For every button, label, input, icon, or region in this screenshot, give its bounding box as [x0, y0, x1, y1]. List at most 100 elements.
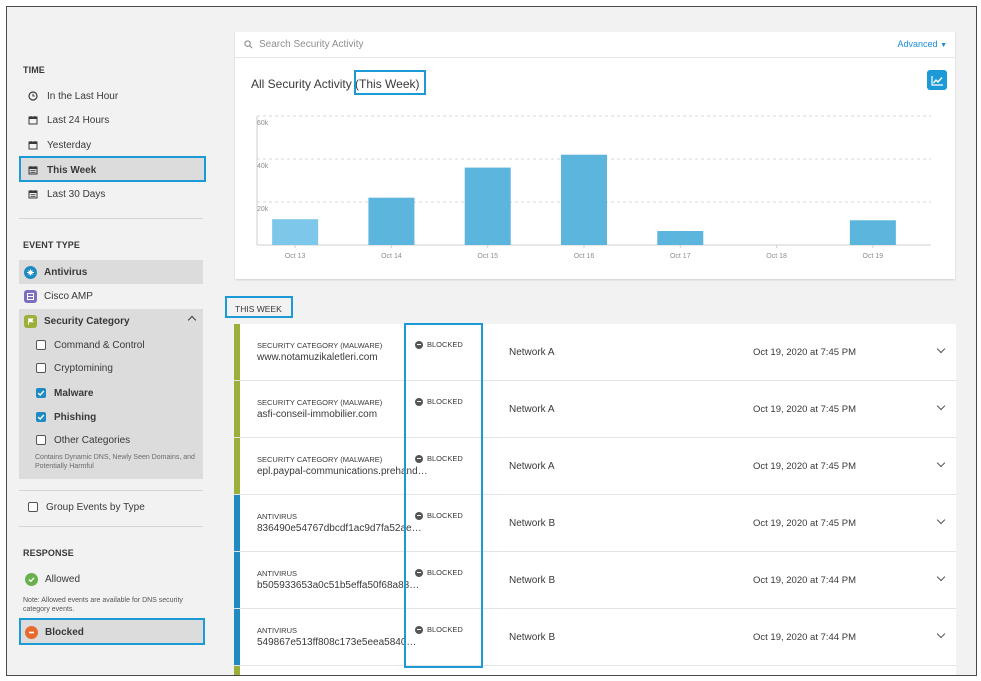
chevron-down-icon[interactable]	[936, 458, 946, 468]
chart-bar	[657, 231, 704, 245]
event-type-security-category[interactable]: Security Category	[19, 309, 203, 333]
app-frame: TIME In the Last Hour Last 24 Hours Yest…	[6, 6, 977, 676]
chart-bar	[368, 197, 415, 245]
group-label: Group Events by Type	[46, 501, 145, 513]
category-label: Other Categories	[54, 434, 131, 446]
event-network: Network A	[509, 347, 555, 358]
chart-bar	[272, 219, 319, 245]
x-tick-label: Oct 13	[285, 253, 306, 260]
chevron-down-icon[interactable]	[936, 629, 946, 639]
search-icon	[244, 40, 253, 49]
event-row[interactable]: ANTIVIRUS b505933653a0c51b5effa50f68a88……	[234, 552, 956, 609]
event-timestamp: Oct 19, 2020 at 7:45 PM	[753, 518, 856, 529]
event-type-label: Cisco AMP	[44, 290, 93, 302]
search-bar[interactable]: Search Security Activity	[235, 32, 955, 58]
category-malware[interactable]: Malware	[36, 383, 93, 403]
category-phishing[interactable]: Phishing	[36, 407, 96, 427]
group-events-by-type[interactable]: Group Events by Type	[28, 497, 145, 517]
category-label: Malware	[54, 387, 94, 399]
chart-bar	[464, 167, 511, 245]
calendar-icon	[28, 190, 38, 199]
time-option-label: Last 30 Days	[47, 188, 106, 200]
event-row[interactable]: SECURITY CATEGORY (MALWARE) www.notamuzi…	[234, 324, 956, 381]
checkbox[interactable]	[36, 435, 46, 445]
advanced-search-link[interactable]: Advanced ▼	[898, 39, 947, 49]
chevron-down-icon[interactable]	[936, 515, 946, 525]
chevron-down-icon[interactable]	[936, 572, 946, 582]
event-timestamp: Oct 19, 2020 at 7:45 PM	[753, 461, 856, 472]
event-row[interactable]	[234, 666, 956, 675]
y-tick-label: 60k	[257, 120, 269, 127]
clock-icon	[28, 91, 38, 101]
x-tick-label: Oct 15	[477, 253, 498, 260]
filter-sidebar: TIME In the Last Hour Last 24 Hours Yest…	[7, 7, 217, 675]
event-network: Network B	[509, 575, 556, 586]
event-type-antivirus[interactable]: Antivirus	[19, 260, 203, 284]
chevron-up-icon[interactable]	[187, 315, 197, 325]
response-allowed[interactable]: Allowed	[19, 567, 203, 591]
event-timestamp: Oct 19, 2020 at 7:45 PM	[753, 404, 856, 415]
event-row[interactable]: SECURITY CATEGORY (MALWARE) asfi-conseil…	[234, 381, 956, 438]
sidebar-divider	[19, 526, 203, 527]
time-option-label: Yesterday	[47, 139, 92, 151]
chevron-down-icon[interactable]	[936, 401, 946, 411]
x-tick-label: Oct 16	[574, 253, 595, 260]
chart-bar	[561, 154, 607, 245]
antivirus-icon	[24, 265, 37, 279]
checkbox[interactable]	[36, 340, 46, 350]
time-option-last-24-hours[interactable]: Last 24 Hours	[19, 108, 205, 132]
checkbox[interactable]	[28, 502, 38, 512]
sidebar-divider	[19, 218, 203, 219]
chart-view-button[interactable]	[927, 70, 947, 90]
event-category: SECURITY CATEGORY (MALWARE)	[257, 341, 383, 350]
event-row[interactable]: ANTIVIRUS 549867e513ff808c173e5eea5840… …	[234, 609, 956, 666]
event-network: Network B	[509, 632, 556, 643]
x-tick-label: Oct 14	[381, 253, 402, 260]
event-type-cisco-amp[interactable]: Cisco AMP	[19, 284, 203, 308]
check-icon	[37, 390, 45, 396]
check-circle-icon	[25, 572, 38, 586]
checkbox[interactable]	[36, 363, 46, 373]
event-row[interactable]: ANTIVIRUS 836490e54767dbcdf1ac9d7fa52ae……	[234, 495, 956, 552]
advanced-label: Advanced	[897, 39, 938, 49]
event-type-label: Antivirus	[44, 266, 88, 278]
chevron-down-icon[interactable]	[936, 344, 946, 354]
activity-bar-chart: 20k 40k 60k Oct 13 Oct 14 Oct 15 Oct 16 Oct 17 O…	[256, 115, 931, 260]
highlight-box	[404, 323, 483, 668]
category-other[interactable]: Other Categories	[36, 430, 130, 450]
category-cryptomining[interactable]: Cryptomining	[36, 358, 113, 378]
time-option-last-30-days[interactable]: Last 30 Days	[19, 182, 205, 206]
checkbox-checked[interactable]	[36, 412, 46, 422]
event-category: ANTIVIRUS	[257, 512, 298, 521]
event-category: SECURITY CATEGORY (MALWARE)	[257, 455, 383, 464]
x-tick-label: Oct 18	[766, 253, 787, 260]
event-network: Network A	[509, 461, 555, 472]
highlight-box	[354, 70, 426, 95]
search-input[interactable]: Search Security Activity	[259, 39, 363, 50]
x-tick-label: Oct 19	[863, 253, 884, 260]
response-heading: RESPONSE	[23, 548, 74, 558]
highlight-box	[19, 618, 205, 645]
sidebar-divider	[19, 490, 203, 491]
event-list: SECURITY CATEGORY (MALWARE) www.notamuzi…	[234, 324, 956, 675]
caret-down-icon: ▼	[940, 42, 947, 49]
time-option-last-hour[interactable]: In the Last Hour	[19, 84, 205, 108]
event-network: Network A	[509, 404, 555, 415]
category-label: Phishing	[54, 411, 97, 423]
category-command-control[interactable]: Command & Control	[36, 335, 145, 355]
event-type-stripe	[234, 552, 240, 608]
event-category: ANTIVIRUS	[257, 569, 298, 578]
time-option-label: In the Last Hour	[47, 90, 119, 102]
event-timestamp: Oct 19, 2020 at 7:44 PM	[753, 632, 856, 643]
time-option-yesterday[interactable]: Yesterday	[19, 133, 205, 157]
time-option-label: Last 24 Hours	[47, 114, 110, 126]
time-heading: TIME	[23, 65, 45, 75]
event-category: ANTIVIRUS	[257, 626, 298, 635]
event-type-stripe	[234, 381, 240, 437]
activity-card: Search Security Activity Advanced ▼ All …	[235, 32, 955, 279]
event-type-stripe	[234, 609, 240, 665]
checkbox-checked[interactable]	[36, 388, 46, 398]
event-row[interactable]: SECURITY CATEGORY (MALWARE) epl.paypal-c…	[234, 438, 956, 495]
response-label: Allowed	[45, 573, 81, 585]
y-tick-label: 20k	[257, 206, 269, 213]
